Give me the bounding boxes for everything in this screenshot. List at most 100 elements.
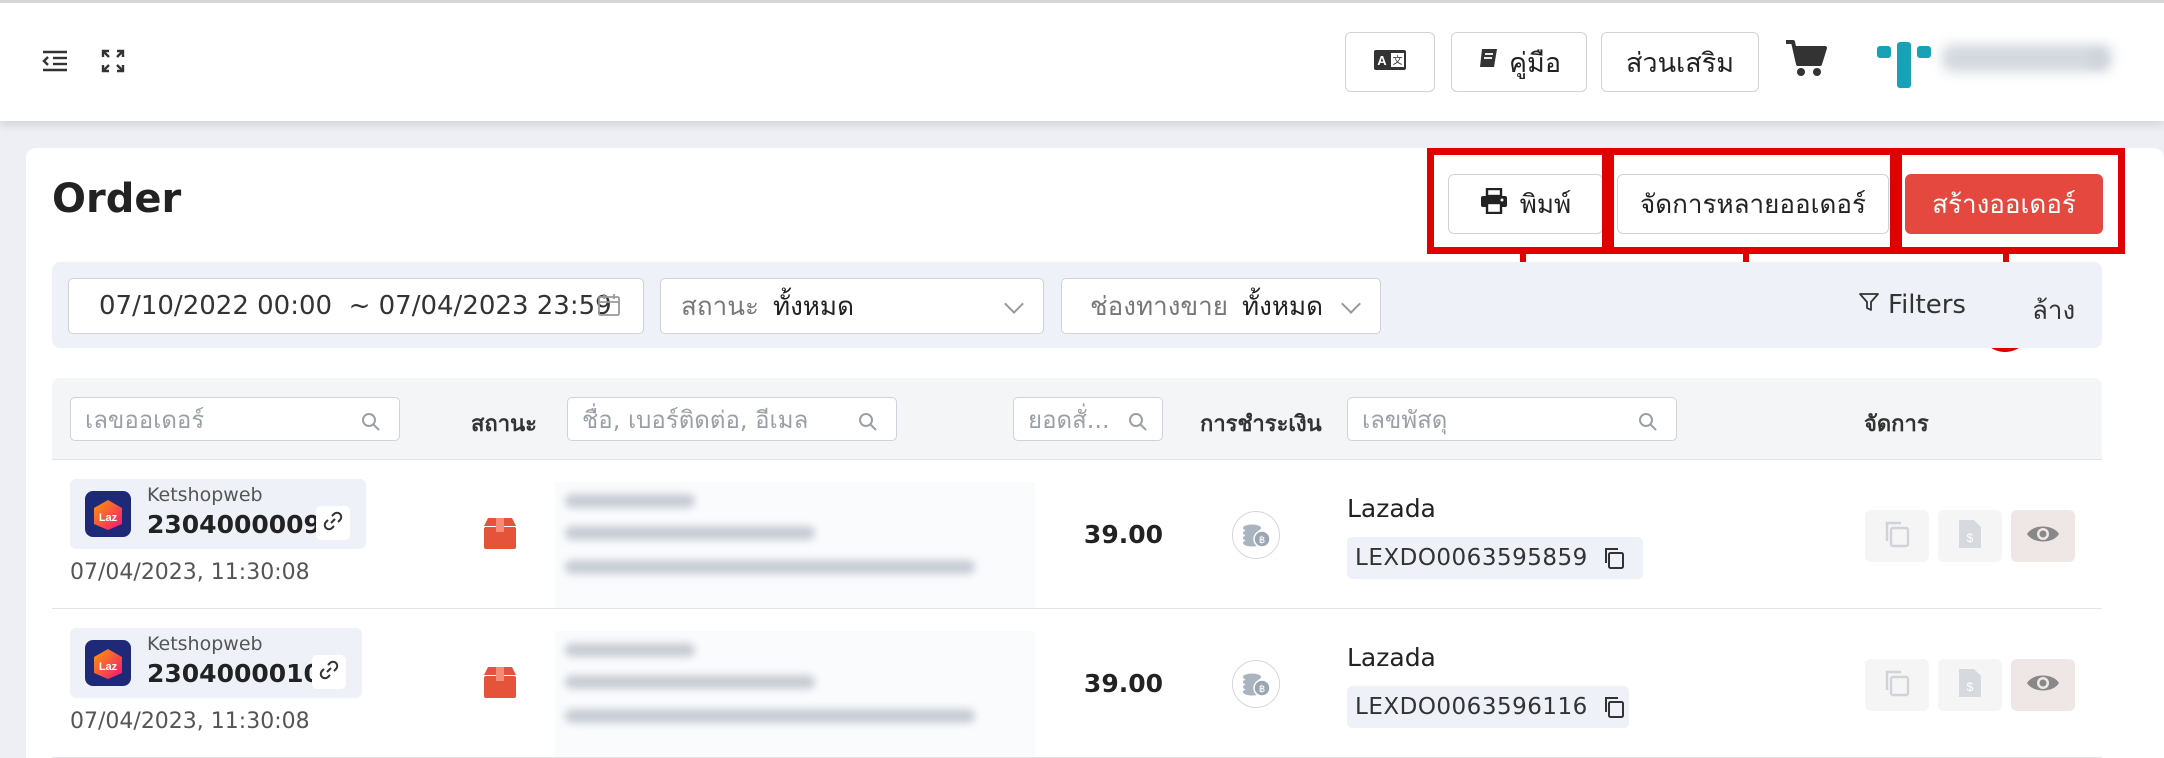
duplicate-order-button[interactable]	[1865, 510, 1929, 562]
invoice-button[interactable]: $	[1938, 659, 2002, 711]
search-icon	[361, 410, 381, 438]
tracking-placeholder: เลขพัสดุ	[1362, 405, 1448, 434]
channel-select-label: ช่องทางขาย	[1090, 291, 1228, 322]
book-icon	[1477, 47, 1501, 78]
filters-label: Filters	[1888, 290, 1966, 320]
eye-icon	[2026, 672, 2060, 698]
filter-icon	[1858, 290, 1880, 320]
order-number[interactable]: 2304000009	[147, 510, 321, 539]
fullscreen-icon[interactable]	[98, 46, 128, 76]
page-title: Order	[52, 176, 182, 222]
amount-placeholder: ยอดสั่...	[1028, 405, 1110, 434]
manual-label: คู่มือ	[1508, 47, 1562, 79]
lazada-logo: Laz	[85, 491, 131, 537]
date-range-picker[interactable]: 07/10/2022 00:00 ~ 07/04/2023 23:59	[68, 278, 644, 334]
link-icon	[319, 660, 339, 684]
carrier-name: Lazada	[1347, 643, 1436, 672]
invoice-button[interactable]: $	[1938, 510, 2002, 562]
customer-name-blurred	[565, 643, 695, 657]
search-icon	[1638, 410, 1658, 438]
svg-text:$: $	[1967, 680, 1974, 694]
carrier-name: Lazada	[1347, 494, 1436, 523]
lazada-logo: Laz	[85, 640, 131, 686]
order-amount: 39.00	[1083, 669, 1163, 698]
addons-label: ส่วนเสริม	[1625, 47, 1735, 79]
duplicate-order-button[interactable]	[1865, 659, 1929, 711]
customer-search-input[interactable]: ชื่อ, เบอร์ติดต่อ, อีเมล	[567, 397, 897, 441]
svg-text:฿: ฿	[1259, 684, 1265, 695]
top-bar	[0, 0, 2164, 121]
duplicate-icon	[1882, 519, 1912, 553]
customer-placeholder: ชื่อ, เบอร์ติดต่อ, อีเมล	[582, 405, 809, 434]
svg-text:Laz: Laz	[99, 512, 118, 524]
box-status-icon	[482, 665, 518, 699]
tracking-number: LEXDO0063595859	[1355, 545, 1588, 571]
chevron-down-icon	[1341, 294, 1361, 314]
order-number[interactable]: 2304000010	[147, 659, 321, 688]
customer-phone-blurred	[565, 675, 815, 689]
calendar-icon	[597, 293, 621, 324]
order-link-button[interactable]	[312, 655, 346, 689]
customer-email-blurred	[565, 560, 975, 574]
status-select-label: สถานะ	[681, 291, 759, 322]
annotation-box-5	[1607, 148, 1897, 254]
svg-text:฿: ฿	[1259, 535, 1265, 546]
shop-name: Ketshopweb	[147, 633, 263, 655]
filters-button[interactable]: Filters	[1858, 290, 1966, 320]
tracking-search-input[interactable]: เลขพัสดุ	[1347, 397, 1677, 441]
svg-text:文: 文	[1393, 54, 1403, 67]
search-icon	[1128, 410, 1148, 438]
date-range-value: 07/10/2022 00:00 ~ 07/04/2023 23:59	[99, 291, 612, 321]
order-date: 07/04/2023, 11:30:08	[70, 709, 310, 734]
customer-phone-blurred	[565, 526, 815, 540]
box-status-icon	[482, 516, 518, 550]
payment-column-header: การชำระเงิน	[1200, 412, 1322, 437]
invoice-icon: $	[1957, 667, 1983, 703]
tracking-number: LEXDO0063596116	[1355, 694, 1588, 720]
translate-icon: A文	[1373, 47, 1407, 78]
channel-select-value: ทั้งหมด	[1242, 291, 1323, 322]
shop-name: Ketshopweb	[147, 484, 263, 506]
order-date: 07/04/2023, 11:30:08	[70, 560, 310, 585]
user-menu-chevron-icon[interactable]	[2088, 50, 2106, 68]
tracking-number-chip: LEXDO0063596116	[1347, 686, 1629, 728]
coin-payment-icon: ฿	[1232, 511, 1280, 559]
channel-select[interactable]: ช่องทางขาย ทั้งหมด	[1061, 278, 1381, 334]
eye-icon	[2026, 523, 2060, 549]
annotation-box-6	[1895, 148, 2125, 254]
order-link-button[interactable]	[316, 506, 350, 540]
invoice-icon: $	[1957, 518, 1983, 554]
svg-text:A: A	[1377, 53, 1387, 68]
order-no-search-input[interactable]: เลขออเดอร์	[70, 397, 400, 441]
customer-name-blurred	[565, 494, 695, 508]
view-order-button[interactable]	[2011, 510, 2075, 562]
status-select[interactable]: สถานะ ทั้งหมด	[660, 278, 1044, 334]
cart-icon[interactable]	[1784, 36, 1828, 80]
translate-button[interactable]: A文	[1345, 32, 1435, 92]
link-icon	[323, 511, 343, 535]
order-no-placeholder: เลขออเดอร์	[85, 405, 205, 434]
order-amount: 39.00	[1083, 520, 1163, 549]
copy-icon[interactable]	[1602, 695, 1626, 719]
collapse-menu-icon[interactable]	[40, 46, 70, 76]
amount-search-input[interactable]: ยอดสั่...	[1013, 397, 1163, 441]
actions-column-header: จัดการ	[1864, 412, 1929, 437]
annotation-box-4	[1427, 148, 1609, 254]
search-icon	[858, 410, 878, 438]
clear-filters-button[interactable]: ล้าง	[2032, 290, 2075, 331]
duplicate-icon	[1882, 668, 1912, 702]
chevron-down-icon	[1004, 294, 1024, 314]
coin-payment-icon: ฿	[1232, 660, 1280, 708]
user-name[interactable]	[1942, 44, 2112, 72]
addons-button[interactable]: ส่วนเสริม	[1601, 32, 1759, 92]
customer-email-blurred	[565, 709, 975, 723]
svg-text:Laz: Laz	[99, 661, 118, 673]
tracking-number-chip: LEXDO0063595859	[1347, 537, 1643, 579]
svg-text:$: $	[1967, 531, 1974, 545]
status-select-value: ทั้งหมด	[772, 291, 854, 322]
brand-logo	[1875, 40, 1933, 90]
view-order-button[interactable]	[2011, 659, 2075, 711]
manual-button[interactable]: คู่มือ	[1451, 32, 1587, 92]
status-column-header: สถานะ	[471, 412, 537, 437]
copy-icon[interactable]	[1602, 546, 1626, 570]
